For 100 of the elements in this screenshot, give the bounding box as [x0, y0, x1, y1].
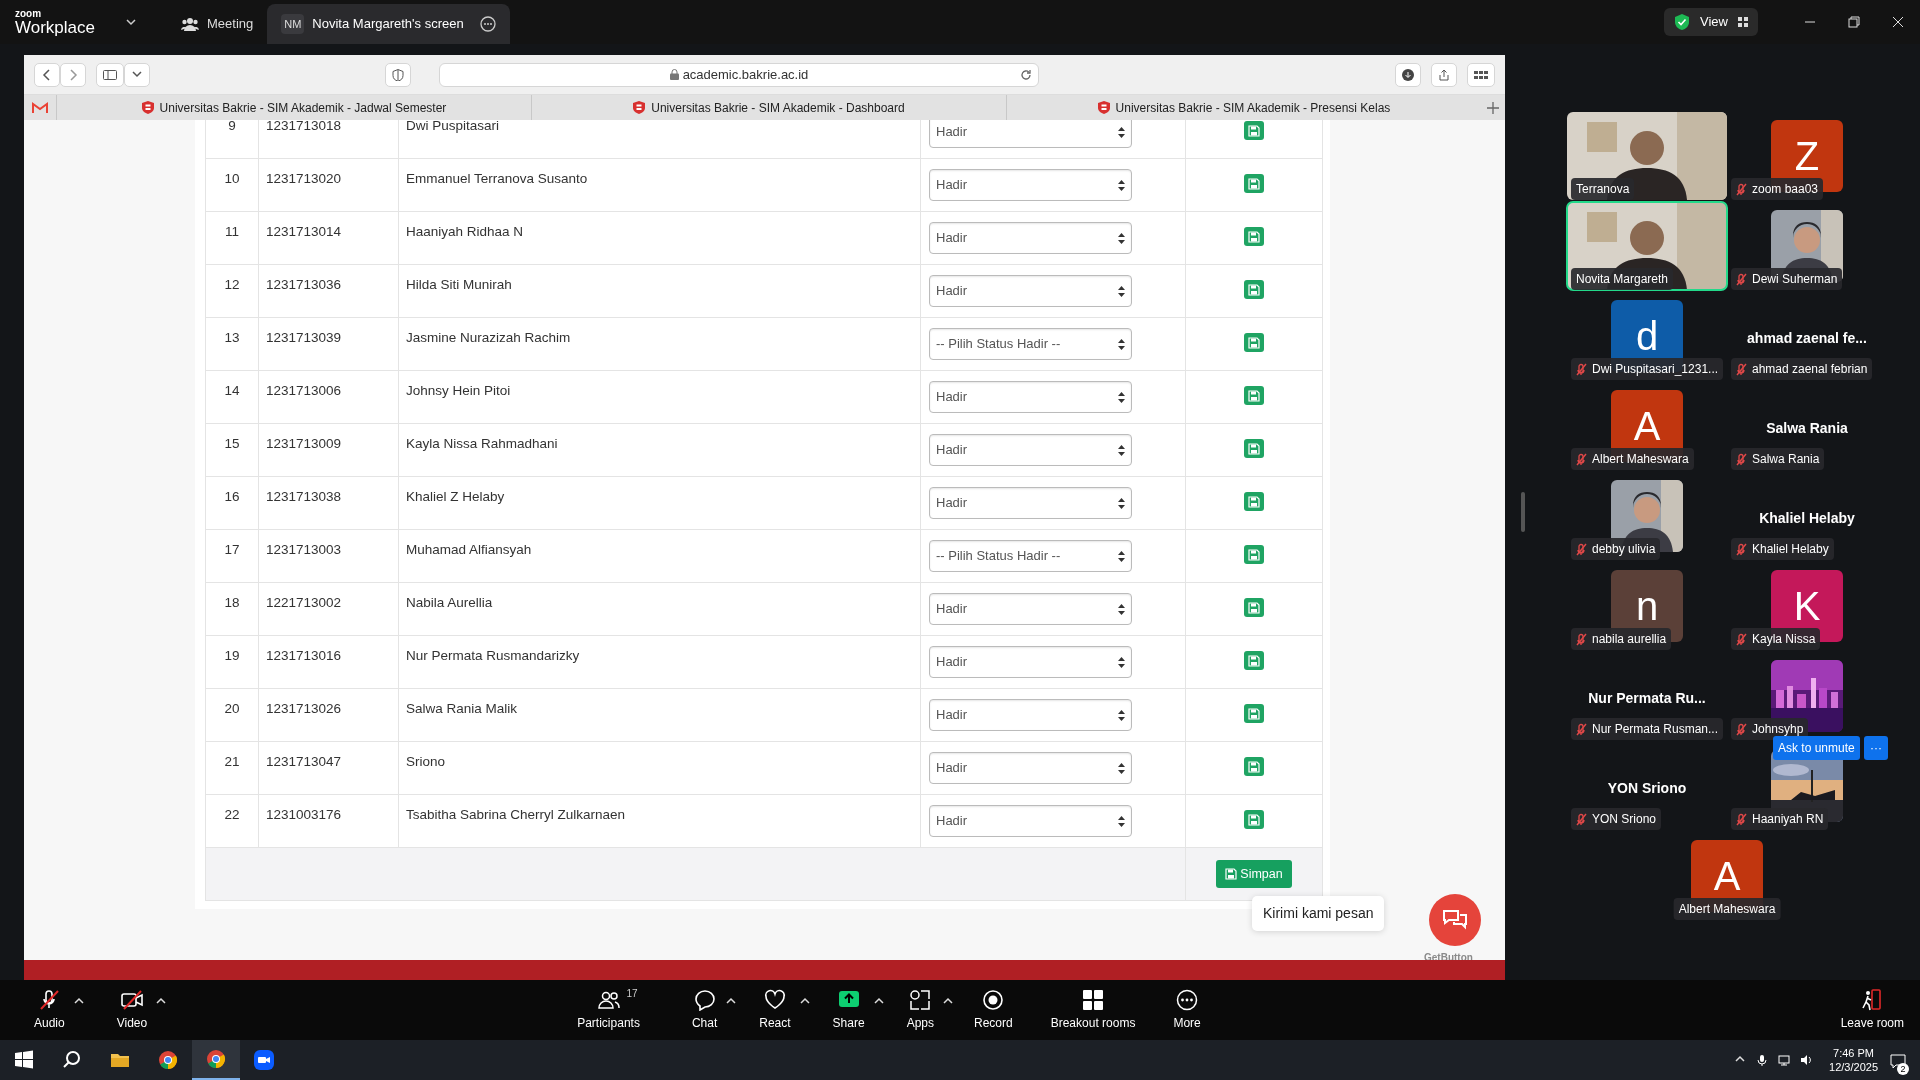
- caret-icon[interactable]: [942, 996, 954, 1006]
- notification-button[interactable]: 2: [1890, 1048, 1906, 1072]
- shield-icon: [633, 101, 646, 114]
- status-select[interactable]: Hadir: [929, 434, 1132, 466]
- toolbar-button[interactable]: Apps: [900, 987, 940, 1033]
- save-button[interactable]: [1244, 333, 1264, 353]
- more-button[interactable]: ···: [1864, 736, 1888, 760]
- participant-count: 17: [626, 986, 638, 1001]
- save-icon: [1248, 230, 1260, 243]
- save-button[interactable]: [1244, 757, 1264, 777]
- table-cell: Hilda Siti Munirah: [398, 264, 921, 318]
- save-button[interactable]: [1244, 810, 1264, 830]
- chat-button[interactable]: [1429, 894, 1481, 946]
- table-cell: Khaliel Z Helaby: [398, 476, 921, 530]
- tabs-button[interactable]: [1467, 62, 1495, 87]
- save-button[interactable]: [1244, 227, 1264, 247]
- caret-icon[interactable]: [155, 996, 168, 1006]
- toolbar-button[interactable]: Share: [826, 987, 871, 1033]
- logo-text: Workplace: [15, 18, 96, 36]
- toolbar-button[interactable]: Video: [110, 987, 154, 1033]
- toolbar-button[interactable]: Leave room: [1834, 987, 1910, 1033]
- save-button[interactable]: [1244, 386, 1264, 406]
- save-button[interactable]: [1244, 439, 1264, 459]
- table-cell: Muhamad Alfiansyah: [398, 529, 921, 583]
- table-cell: 20: [205, 688, 259, 742]
- status-select[interactable]: Hadir: [929, 222, 1132, 254]
- meeting-tab[interactable]: NM Novita Margareth's screen: [267, 4, 511, 44]
- shield-button[interactable]: [385, 62, 411, 87]
- table-cell: 1231713036: [258, 264, 399, 318]
- status-select[interactable]: Hadir: [929, 381, 1132, 413]
- chat-icon: [1441, 908, 1469, 932]
- reload-icon[interactable]: [1020, 68, 1032, 81]
- status-select[interactable]: Hadir: [929, 275, 1132, 307]
- status-select[interactable]: Hadir: [929, 646, 1132, 678]
- status-select[interactable]: Hadir: [929, 752, 1132, 784]
- table-cell: Tsabitha Sabrina Cherryl Zulkarnaen: [398, 794, 921, 848]
- status-select[interactable]: Hadir: [929, 593, 1132, 625]
- plus-icon[interactable]: [1487, 101, 1499, 114]
- save-button[interactable]: [1244, 280, 1264, 300]
- name-label: Nur Permata Rusman...: [1592, 721, 1719, 738]
- download-button[interactable]: [1395, 62, 1421, 87]
- toolbar-button[interactable]: Record: [968, 987, 1019, 1033]
- save-button[interactable]: [1244, 121, 1264, 141]
- volume-icon[interactable]: [1800, 1054, 1813, 1066]
- toolbar-button[interactable]: Breakout rooms: [1044, 987, 1142, 1033]
- tabs-icon: [1474, 68, 1488, 81]
- updown-icon: [1118, 762, 1125, 774]
- shield-icon: [141, 101, 154, 114]
- address-field[interactable]: academic.bakrie.ac.id: [439, 62, 1039, 87]
- table-cell: Jasmine Nurazizah Rachim: [398, 317, 921, 371]
- name-label: ahmad zaenal febrian: [1752, 361, 1868, 378]
- mail-icon[interactable]: [32, 101, 48, 114]
- status-select[interactable]: Hadir: [929, 805, 1132, 837]
- toolbar-button[interactable]: Participants 17: [571, 987, 646, 1033]
- save-button[interactable]: [1244, 598, 1264, 618]
- back-button[interactable]: [34, 62, 60, 87]
- caret-icon[interactable]: [798, 996, 811, 1006]
- resize-handle[interactable]: [1520, 492, 1525, 532]
- display-name: Nur Permata Ru...: [1588, 689, 1706, 708]
- status-select[interactable]: -- Pilih Status Hadir --: [929, 328, 1132, 360]
- meeting-tab[interactable]: Meeting: [167, 4, 268, 44]
- zoom-icon: [254, 1050, 274, 1070]
- save-icon: [1248, 495, 1260, 508]
- save-button[interactable]: [1244, 545, 1264, 565]
- save-button[interactable]: [1244, 492, 1264, 512]
- back-icon: [41, 68, 53, 81]
- network-icon[interactable]: [1778, 1054, 1791, 1066]
- save-icon: [1248, 124, 1260, 137]
- caret-icon[interactable]: [872, 996, 885, 1006]
- toolbar-button[interactable]: Audio: [28, 987, 71, 1033]
- table-cell: 14: [205, 370, 259, 424]
- name-label: Novita Margareth: [1576, 271, 1669, 288]
- status-select[interactable]: Hadir: [929, 487, 1132, 519]
- sidebar-button[interactable]: [96, 62, 124, 87]
- status-select[interactable]: -- Pilih Status Hadir --: [929, 540, 1132, 572]
- unmute-button[interactable]: Ask to unmute: [1773, 736, 1860, 760]
- status-select[interactable]: Hadir: [929, 169, 1132, 201]
- view-button[interactable]: View: [1664, 8, 1758, 36]
- save-icon: [1248, 389, 1260, 402]
- toolbar-button[interactable]: React: [753, 987, 797, 1033]
- name-label: Khaliel Helaby: [1752, 541, 1829, 558]
- updown-icon: [1118, 285, 1125, 297]
- taskbar-app[interactable]: [192, 1040, 240, 1080]
- save-button[interactable]: [1244, 651, 1264, 671]
- caret-icon[interactable]: [725, 996, 738, 1006]
- table-cell: 15: [205, 423, 259, 477]
- close-icon[interactable]: [1892, 16, 1904, 28]
- save-button[interactable]: [1244, 704, 1264, 724]
- status-select[interactable]: Hadir: [929, 699, 1132, 731]
- save-button[interactable]: [1244, 174, 1264, 194]
- share-button[interactable]: [1431, 62, 1457, 87]
- restore-icon[interactable]: [1848, 16, 1860, 28]
- toolbar-button[interactable]: Chat: [685, 987, 724, 1033]
- caret-icon[interactable]: [72, 996, 85, 1006]
- name-label: debby ulivia: [1592, 541, 1656, 558]
- clock-text[interactable]: 7:46 PM 12/3/2025: [1829, 1045, 1878, 1075]
- toolbar-button[interactable]: More: [1167, 987, 1207, 1033]
- status-select[interactable]: Hadir: [929, 120, 1132, 148]
- microphone-icon[interactable]: [1756, 1054, 1769, 1066]
- caret-icon[interactable]: [125, 17, 137, 27]
